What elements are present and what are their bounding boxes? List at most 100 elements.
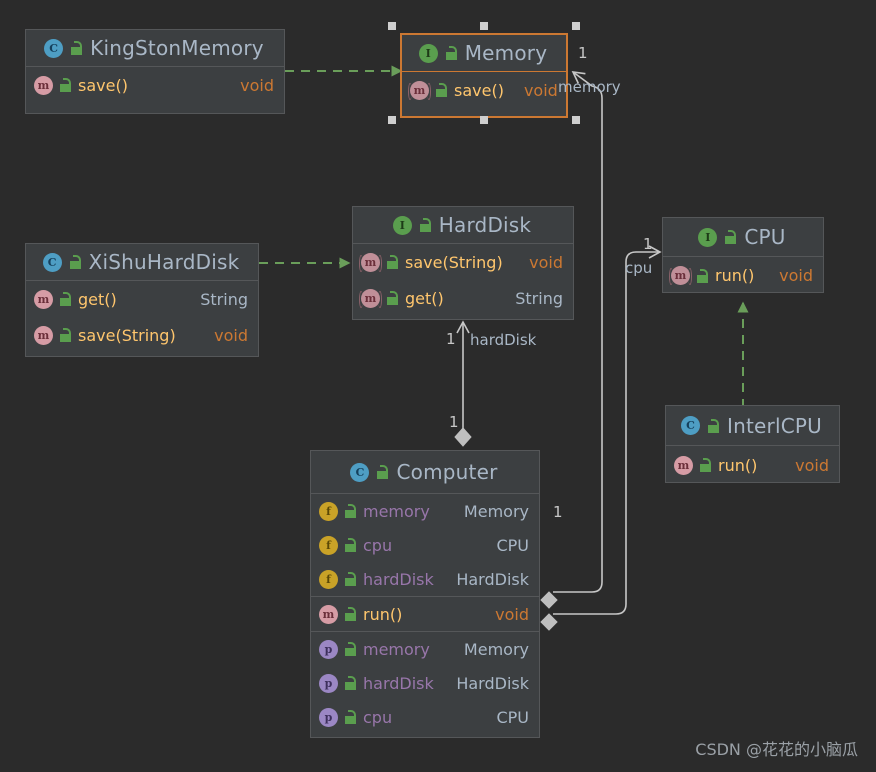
unlock-icon (69, 255, 82, 269)
selection-handle-top-right[interactable] (572, 22, 580, 30)
class-box-harddisk[interactable]: I HardDisk m save(String) void m get() S… (352, 206, 574, 320)
member-name: cpu (363, 707, 393, 727)
method-icon: m (34, 325, 53, 345)
class-box-cpu[interactable]: I CPU m run() void (662, 217, 824, 293)
multiplicity-cpu-target: 1 (643, 235, 653, 253)
class-box-kingstonmemory[interactable]: C KingStonMemory m save() void (25, 29, 285, 114)
class-header-kingstonmemory: C KingStonMemory (26, 30, 284, 66)
selection-handle-top-left[interactable] (388, 22, 396, 30)
member-row[interactable]: m save() void (26, 67, 284, 103)
member-row[interactable]: m save() void (402, 72, 566, 108)
edge-computer-to-memory[interactable] (540, 71, 603, 609)
edge-label-cpu: cpu (625, 259, 653, 277)
member-type: void (240, 75, 274, 95)
member-name: save() (454, 80, 504, 100)
member-type: void (529, 252, 563, 272)
class-header-harddisk: I HardDisk (353, 207, 573, 243)
class-members-interlcpu: m run() void (666, 445, 839, 484)
unlock-icon (435, 83, 448, 97)
interface-icon: I (698, 227, 718, 247)
member-row[interactable]: f cpu CPU (311, 528, 539, 562)
member-name: hardDisk (363, 673, 434, 693)
member-row[interactable]: f hardDisk HardDisk (311, 562, 539, 596)
class-members-kingstonmemory: m save() void (26, 66, 284, 103)
member-row[interactable]: m run() void (666, 446, 839, 484)
member-row[interactable]: p cpu CPU (311, 700, 539, 734)
member-name: memory (363, 501, 430, 521)
member-row[interactable]: m run() void (311, 597, 539, 631)
class-box-computer[interactable]: C Computer f memory Memory f cpu CPU f h… (310, 450, 540, 738)
member-type: CPU (496, 535, 529, 555)
class-name-label: CPU (744, 225, 786, 249)
aggregation-diamond-cpu (540, 613, 558, 631)
class-members-xishuharddisk: m get() String m save(String) void (26, 280, 258, 353)
member-name: memory (363, 639, 430, 659)
abstract-method-icon: m (361, 252, 380, 272)
unlock-icon (707, 418, 720, 433)
unlock-icon (344, 572, 357, 586)
class-name-label: XiShuHardDisk (88, 250, 240, 274)
class-name-label: InterlCPU (727, 413, 822, 438)
class-header-memory: I Memory (402, 35, 566, 71)
member-type: Memory (463, 501, 529, 521)
unlock-icon (445, 46, 458, 60)
member-name: run() (718, 455, 758, 475)
unlock-icon (344, 538, 357, 552)
selection-handle-bottom-center[interactable] (480, 116, 488, 124)
member-type: void (214, 325, 248, 345)
member-row[interactable]: m get() String (353, 280, 573, 316)
class-box-memory[interactable]: I Memory m save() void (400, 33, 568, 118)
class-members-cpu: m run() void (663, 256, 823, 294)
class-methods-computer: m run() void (311, 596, 539, 631)
class-name-label: Memory (464, 41, 548, 65)
member-row[interactable]: f memory Memory (311, 494, 539, 528)
class-members-memory: m save() void (402, 71, 566, 108)
unlock-icon (376, 465, 389, 479)
unlock-icon (59, 292, 72, 306)
unlock-icon (70, 41, 83, 55)
unlock-icon (59, 78, 72, 92)
member-row[interactable]: p hardDisk HardDisk (311, 666, 539, 700)
member-row[interactable]: m get() String (26, 281, 258, 317)
edge-label-harddisk: hardDisk (470, 331, 537, 349)
property-icon: p (319, 639, 338, 659)
selection-handle-bottom-left[interactable] (388, 116, 396, 124)
member-row[interactable]: p memory Memory (311, 632, 539, 666)
class-properties-computer: p memory Memory p hardDisk HardDisk p cp… (311, 631, 539, 734)
abstract-method-icon: m (361, 288, 380, 308)
selection-handle-bottom-right[interactable] (572, 116, 580, 124)
member-name: run() (715, 266, 755, 285)
member-row[interactable]: m save(String) void (353, 244, 573, 280)
selection-handle-top-center[interactable] (480, 22, 488, 30)
unlock-icon (699, 458, 712, 472)
member-name: run() (363, 604, 403, 624)
member-type: void (779, 266, 813, 285)
multiplicity-harddisk-source: 1 (449, 413, 459, 431)
member-name: save() (78, 75, 128, 95)
class-name-label: KingStonMemory (90, 36, 264, 60)
unlock-icon (386, 255, 399, 269)
class-members-harddisk: m save(String) void m get() String (353, 243, 573, 316)
abstract-method-icon: m (671, 266, 690, 285)
class-box-interlcpu[interactable]: C InterlCPU m run() void (665, 405, 840, 483)
property-icon: p (319, 673, 338, 693)
unlock-icon (724, 230, 737, 244)
member-type: HardDisk (456, 673, 529, 693)
member-row[interactable]: m save(String) void (26, 317, 258, 353)
member-type: CPU (496, 707, 529, 727)
class-icon: C (681, 416, 701, 435)
member-type: void (495, 604, 529, 624)
unlock-icon (386, 291, 399, 305)
unlock-icon (59, 328, 72, 342)
member-name: get() (78, 289, 117, 309)
member-name: save(String) (405, 252, 503, 272)
edge-label-memory: memory (558, 78, 621, 96)
interface-icon: I (392, 215, 412, 235)
member-name: cpu (363, 535, 393, 555)
class-box-xishuharddisk[interactable]: C XiShuHardDisk m get() String m save(St… (25, 243, 259, 357)
member-type: void (795, 455, 829, 475)
multiplicity-memory-target: 1 (578, 44, 588, 62)
unlock-icon (344, 504, 357, 518)
unlock-icon (344, 710, 357, 724)
member-row[interactable]: m run() void (663, 257, 823, 294)
